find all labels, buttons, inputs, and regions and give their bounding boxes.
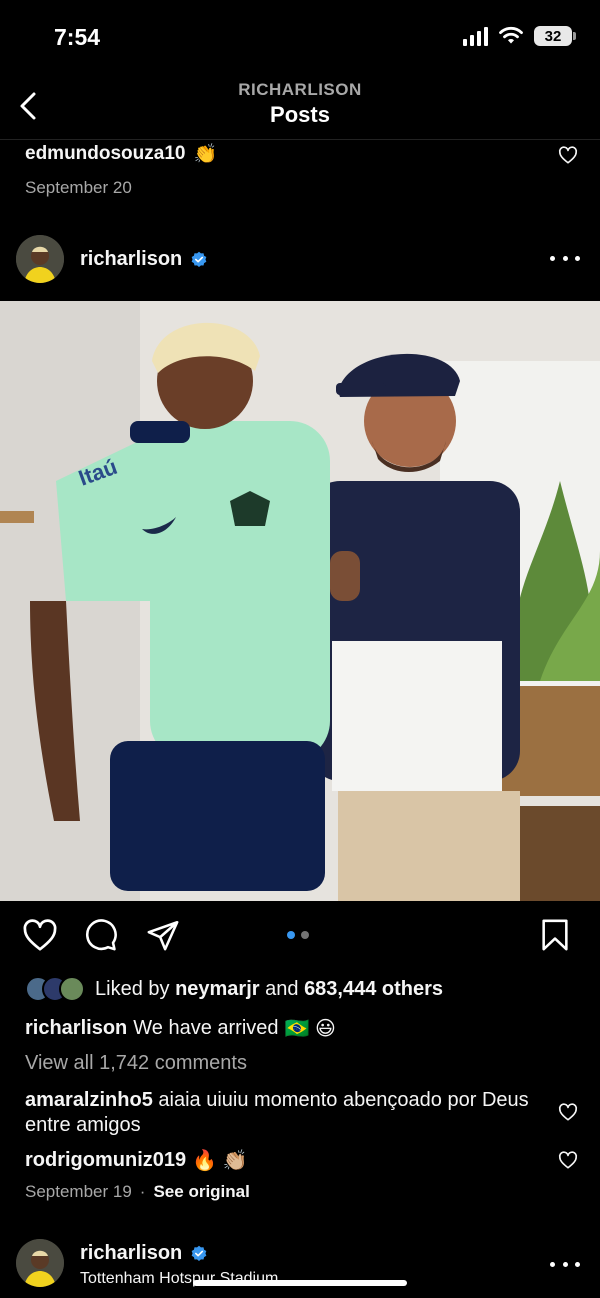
caption-username[interactable]: richarlison <box>25 1017 127 1040</box>
comment-item: amaralzinho5 aiaia uiuiu momento abençoa… <box>25 1088 545 1138</box>
username-text[interactable]: richarlison <box>80 1242 182 1265</box>
status-indicators: 32 <box>463 26 576 46</box>
view-all-comments-link[interactable]: View all 1,742 comments <box>25 1052 247 1075</box>
like-button[interactable] <box>22 918 58 957</box>
caption-text: We have arrived <box>133 1017 279 1039</box>
more-icon[interactable] <box>550 1254 580 1274</box>
comment-username[interactable]: edmundosouza10 <box>25 143 185 165</box>
post-photo[interactable]: Itaú <box>0 301 600 901</box>
status-bar: 7:54 32 <box>0 0 600 70</box>
post-username[interactable]: richarlison <box>80 1242 208 1265</box>
post-date: September 19 <box>25 1182 132 1201</box>
comment-username[interactable]: amaralzinho5 <box>25 1089 153 1111</box>
prev-post-comment: edmundosouza10 👏 <box>25 142 217 166</box>
avatar <box>59 976 85 1002</box>
comment-like-button[interactable] <box>558 146 578 169</box>
comment-text: 🔥 👏🏼 <box>192 1150 248 1172</box>
liker-username[interactable]: neymarjr <box>175 978 260 1001</box>
likes-and: and <box>265 977 299 1000</box>
comment-item: rodrigomuniz019 🔥 👏🏼 <box>25 1148 248 1173</box>
post-photo-illustration: Itaú <box>0 301 600 901</box>
post-header: richarlison <box>0 234 600 286</box>
verified-icon <box>191 251 207 267</box>
page-title: Posts <box>270 102 330 127</box>
liker-avatars <box>25 976 85 1002</box>
wifi-icon <box>499 26 523 44</box>
save-button[interactable] <box>540 918 570 957</box>
next-post-header: richarlison Tottenham Hotspur Stadium <box>0 1238 600 1298</box>
carousel-indicator <box>287 931 309 939</box>
comment-username[interactable]: rodrigomuniz019 <box>25 1149 186 1172</box>
username-text[interactable]: richarlison <box>80 248 182 271</box>
clap-emoji: 👏 <box>193 144 218 165</box>
header-account-name: RICHARLISON <box>238 80 362 99</box>
heart-icon <box>23 919 57 951</box>
post-actions <box>0 916 600 960</box>
comment-like-button[interactable] <box>558 1151 578 1174</box>
share-button[interactable] <box>146 918 180 957</box>
more-icon[interactable] <box>550 248 580 268</box>
share-icon <box>147 920 179 951</box>
status-time: 7:54 <box>54 24 101 50</box>
bookmark-icon <box>542 919 568 951</box>
heart-icon <box>558 1151 578 1169</box>
comment-like-button[interactable] <box>558 1103 578 1126</box>
carousel-dot-active <box>287 931 295 939</box>
battery-indicator: 32 <box>534 26 576 46</box>
likes-count[interactable]: 683,444 others <box>304 978 443 1001</box>
caption-emojis: 🇧🇷 😃 <box>284 1018 336 1040</box>
carousel-dot <box>301 931 309 939</box>
cellular-signal-icon <box>463 26 488 46</box>
likes-prefix: Liked by <box>95 977 170 1000</box>
home-indicator[interactable] <box>193 1280 407 1286</box>
avatar[interactable] <box>16 235 64 283</box>
verified-icon <box>191 1245 207 1261</box>
date-separator: · <box>139 1182 146 1201</box>
post-username[interactable]: richarlison <box>80 248 208 271</box>
heart-icon <box>558 1103 578 1121</box>
posts-header: RICHARLISON Posts <box>0 72 600 140</box>
prev-post-date: September 20 <box>25 178 132 197</box>
comment-button[interactable] <box>84 918 118 957</box>
post-caption: richarlison We have arrived 🇧🇷 😃 <box>25 1016 336 1041</box>
heart-icon <box>558 146 578 164</box>
avatar[interactable] <box>16 1239 64 1287</box>
see-original-link[interactable]: See original <box>153 1182 249 1202</box>
likes-summary[interactable]: Liked by neymarjr and 683,444 others <box>25 976 443 1002</box>
comment-icon <box>86 919 117 951</box>
post-date-row: September 19 · See original <box>25 1182 250 1202</box>
